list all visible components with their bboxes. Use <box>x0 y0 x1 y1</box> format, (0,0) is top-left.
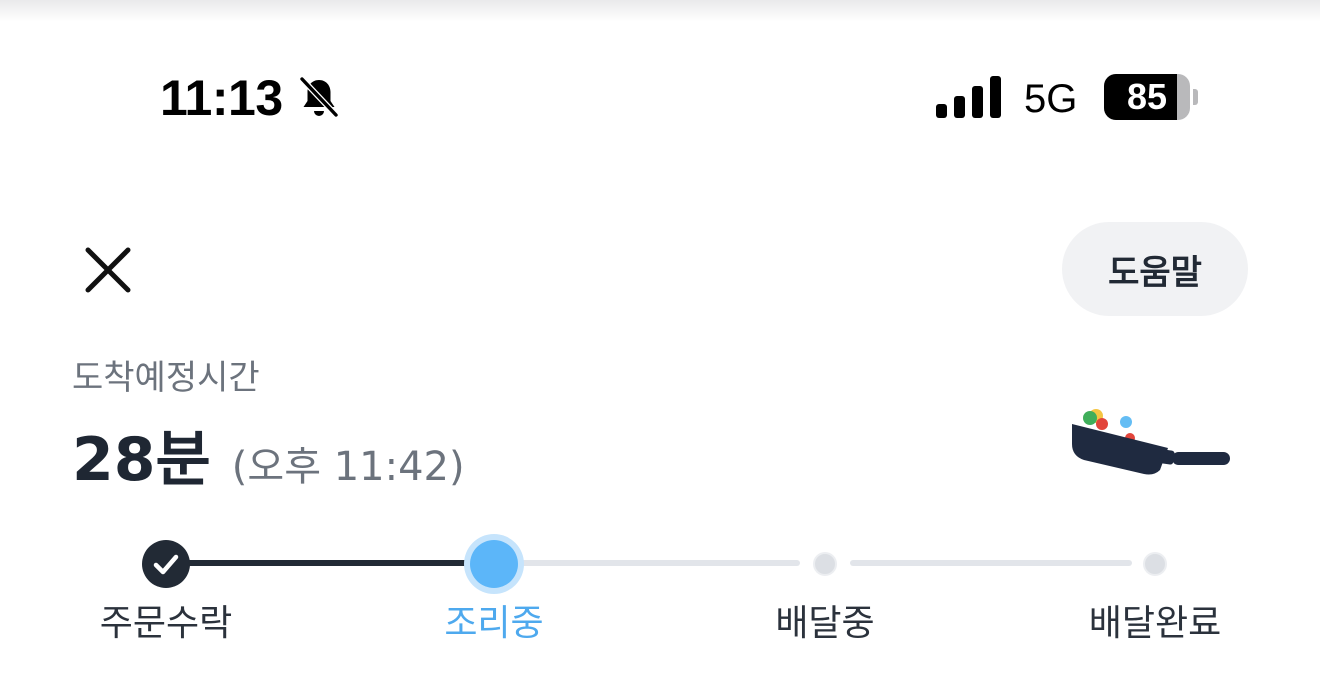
battery-icon: 85 <box>1104 74 1198 120</box>
close-icon <box>85 247 131 293</box>
bell-slash-icon <box>299 76 339 118</box>
step-label-delivering: 배달중 <box>775 603 875 644</box>
battery-percent: 85 <box>1126 76 1168 117</box>
check-icon <box>153 554 179 575</box>
progress-track-pending <box>518 560 800 566</box>
step-dot-delivered <box>1143 552 1167 576</box>
frying-pan-icon <box>1072 409 1230 475</box>
order-progress-tracker: 주문수락 조리중 배달중 배달완료 <box>0 530 1320 660</box>
eta-label: 도착예정시간 <box>72 358 260 398</box>
top-edge-shadow <box>0 0 1320 22</box>
network-type: 5G <box>1024 77 1078 121</box>
step-label-delivered: 배달완료 <box>1088 603 1222 644</box>
signal-bars-icon <box>936 76 1001 118</box>
step-label-cooking: 조리중 <box>444 603 544 644</box>
step-dot-cooking <box>470 540 518 588</box>
step-label-order-accepted: 주문수락 <box>99 603 233 644</box>
step-dot-order-accepted <box>142 540 190 588</box>
progress-track-pending <box>850 560 1132 566</box>
status-time: 11:13 <box>160 70 283 126</box>
eta-clock-time: (오후 11:42) <box>231 444 465 490</box>
help-button[interactable]: 도움말 <box>1062 222 1248 316</box>
eta-minutes: 28분 <box>72 425 211 495</box>
status-bar: 11:13 5G 85 <box>0 60 1320 140</box>
step-dot-delivering <box>813 552 837 576</box>
progress-track-done <box>166 560 494 566</box>
close-button[interactable] <box>82 244 134 296</box>
eta-row: 28분 (오후 11:42) <box>72 420 465 500</box>
